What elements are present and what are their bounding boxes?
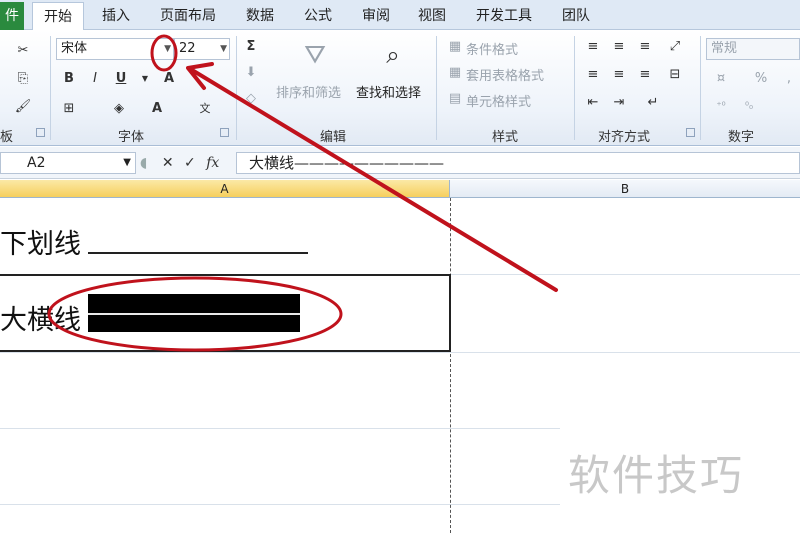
annotation-circle-font-dropdown <box>150 34 178 72</box>
annotation-ellipse-cell <box>47 276 343 352</box>
annotation-arrow-line <box>190 68 558 292</box>
annotation-overlay <box>47 34 558 352</box>
